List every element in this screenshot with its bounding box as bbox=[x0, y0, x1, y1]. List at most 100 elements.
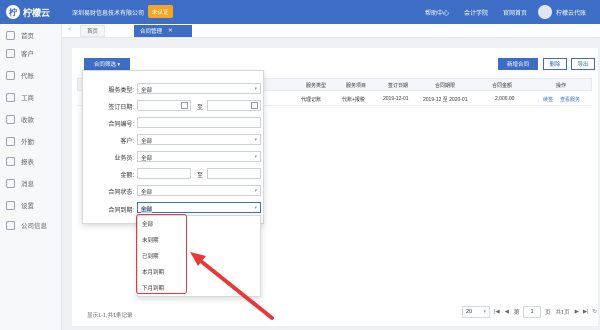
tab-label: 合同管理 bbox=[140, 29, 163, 35]
column-header[interactable]: 服务项目 bbox=[346, 82, 366, 89]
select-value: 全部 bbox=[141, 139, 153, 145]
contract-number-input[interactable] bbox=[137, 117, 261, 128]
amount-min-input[interactable] bbox=[137, 168, 191, 179]
sidebar-item-business[interactable]: 工商 bbox=[0, 88, 62, 106]
column-header[interactable]: 签订日期 bbox=[388, 82, 408, 89]
settings-icon bbox=[6, 200, 15, 210]
amount-max-input[interactable] bbox=[207, 168, 261, 179]
app-logo[interactable]: 柠 柠檬云 bbox=[6, 5, 50, 19]
page-number-input[interactable]: 1 bbox=[523, 306, 541, 318]
column-header[interactable]: 合同期限 bbox=[435, 82, 455, 89]
payment-icon bbox=[6, 114, 15, 124]
sidebar-item-label: 外勤 bbox=[21, 139, 34, 146]
first-page-icon[interactable]: |◀ bbox=[494, 309, 500, 315]
tab-back-icon[interactable]: < bbox=[68, 27, 72, 33]
sign-date-start-input[interactable] bbox=[137, 100, 191, 111]
home-icon bbox=[6, 30, 15, 40]
sidebar-item-home[interactable]: 首页 bbox=[0, 26, 62, 44]
view-service-link[interactable]: 查看服务 bbox=[560, 96, 580, 103]
salesperson-select[interactable]: 全部 ▾ bbox=[137, 151, 261, 162]
contract-status-label: 合同状态: bbox=[108, 190, 134, 196]
fieldwork-icon bbox=[6, 136, 15, 146]
sidebar-item-report[interactable]: 报表 bbox=[0, 152, 62, 170]
renew-link[interactable]: 续签 bbox=[543, 96, 553, 103]
report-icon bbox=[6, 156, 15, 166]
chevron-down-icon: ▾ bbox=[254, 188, 257, 194]
select-value: 全部 bbox=[141, 88, 153, 94]
pagination-next: 页 共1页 ▶ ▶| ↻ bbox=[545, 306, 597, 318]
sidebar-item-label: 公司信息 bbox=[21, 223, 47, 230]
sidebar-item-bookkeeping[interactable]: 代账 bbox=[0, 66, 62, 84]
contract-filter-panel: 服务类型: 全部 ▾ 签订日期: 至 合同编号: 客户: 全部 ▾ 业务员: 全部 ▾… bbox=[82, 70, 264, 224]
column-header[interactable]: 服务类型 bbox=[306, 82, 326, 89]
chevron-down-icon: ▾ bbox=[254, 154, 257, 160]
chevron-down-icon: ▾ bbox=[254, 86, 257, 92]
highlight-box bbox=[136, 214, 187, 294]
logo-icon: 柠 bbox=[6, 5, 20, 19]
avatar[interactable] bbox=[538, 5, 552, 19]
chevron-down-icon: ▾ bbox=[483, 309, 486, 315]
sign-date-label: 签订日期: bbox=[108, 105, 134, 111]
calendar-icon bbox=[251, 102, 258, 109]
cell-sign-date: 2019-12-01 bbox=[383, 96, 409, 102]
sign-date-end-input[interactable] bbox=[207, 100, 261, 111]
sidebar-item-label: 设置 bbox=[21, 203, 34, 210]
export-button[interactable]: 导出 bbox=[571, 58, 595, 70]
total-pages: 共1页 bbox=[555, 310, 570, 316]
tab-contract-management[interactable]: 合同管理 ✕ bbox=[134, 25, 192, 37]
delete-button[interactable]: 删除 bbox=[543, 58, 567, 70]
chevron-down-icon: ▾ bbox=[254, 205, 257, 211]
logo-text: 柠檬云 bbox=[23, 7, 51, 18]
sidebar-item-settings[interactable]: 设置 bbox=[0, 196, 62, 214]
prev-page-icon[interactable]: ◀ bbox=[505, 309, 509, 315]
company-name: 深圳易财信息技术有限公司 bbox=[72, 11, 145, 17]
select-value: 全部 bbox=[141, 156, 153, 162]
tab-bar: < 首页 合同管理 ✕ bbox=[62, 24, 600, 38]
calendar-icon bbox=[181, 102, 188, 109]
sidebar-item-payment[interactable]: 收款 bbox=[0, 110, 62, 128]
cell-service-item: 代账+报税 bbox=[342, 97, 365, 103]
contract-status-select[interactable]: 全部 ▾ bbox=[137, 185, 261, 196]
tab-home[interactable]: 首页 bbox=[80, 25, 106, 37]
sidebar-item-message[interactable]: 消息 bbox=[0, 174, 62, 192]
cell-service-type: 代理记账 bbox=[301, 97, 322, 103]
sidebar-item-company-info[interactable]: 公司信息 bbox=[0, 216, 62, 234]
select-value: 全部 bbox=[141, 190, 153, 196]
add-contract-button[interactable]: 新增合同 bbox=[498, 58, 538, 70]
chevron-down-icon: ▾ bbox=[254, 137, 257, 143]
page-size-select[interactable]: 20 ▾ bbox=[462, 306, 490, 318]
unverified-badge[interactable]: 未认证 bbox=[148, 5, 173, 18]
customer-icon bbox=[6, 48, 15, 58]
sidebar-item-customer[interactable]: 客户 bbox=[0, 44, 62, 62]
contract-number-label: 合同编号: bbox=[108, 122, 134, 128]
page-size-value: 20 bbox=[466, 309, 473, 315]
nav-accounting-academy[interactable]: 会计学院 bbox=[464, 8, 488, 17]
record-summary: 显示1-1,共1条记录 bbox=[87, 313, 133, 319]
service-type-select[interactable]: 全部 ▾ bbox=[137, 83, 261, 94]
user-name[interactable]: 柠檬云代账 bbox=[556, 8, 586, 17]
last-page-icon[interactable]: ▶| bbox=[583, 309, 589, 315]
bookkeeping-icon bbox=[6, 70, 15, 80]
sidebar-item-label: 消息 bbox=[21, 181, 34, 188]
customer-select[interactable]: 全部 ▾ bbox=[137, 134, 261, 145]
refresh-icon[interactable]: ↻ bbox=[592, 309, 597, 315]
contract-expiry-select[interactable]: 全部 ▾ bbox=[137, 202, 261, 213]
nav-official-site[interactable]: 官网首页 bbox=[503, 8, 527, 17]
column-header[interactable]: 操作 bbox=[556, 82, 566, 89]
nav-help-center[interactable]: 帮助中心 bbox=[425, 8, 449, 17]
salesperson-label: 业务员: bbox=[114, 156, 134, 162]
column-header[interactable]: 合同金额 bbox=[492, 82, 512, 89]
close-icon[interactable]: ✕ bbox=[168, 28, 173, 34]
sidebar-item-fieldwork[interactable]: 外勤 bbox=[0, 132, 62, 150]
customer-label: 客户: bbox=[120, 139, 134, 145]
sidebar-item-label: 工商 bbox=[21, 95, 34, 102]
cell-amount: 2,000.00 bbox=[495, 96, 515, 102]
amount-label: 金额: bbox=[120, 173, 134, 179]
sidebar-item-label: 首页 bbox=[21, 33, 34, 40]
contract-filter-button[interactable]: 合同筛选 ▾ bbox=[84, 58, 130, 70]
message-icon bbox=[6, 178, 15, 188]
page-suffix: 页 bbox=[545, 310, 551, 316]
next-page-icon[interactable]: ▶ bbox=[575, 309, 579, 315]
sidebar-item-label: 报表 bbox=[21, 159, 34, 166]
page-prefix: 第 bbox=[513, 310, 520, 316]
